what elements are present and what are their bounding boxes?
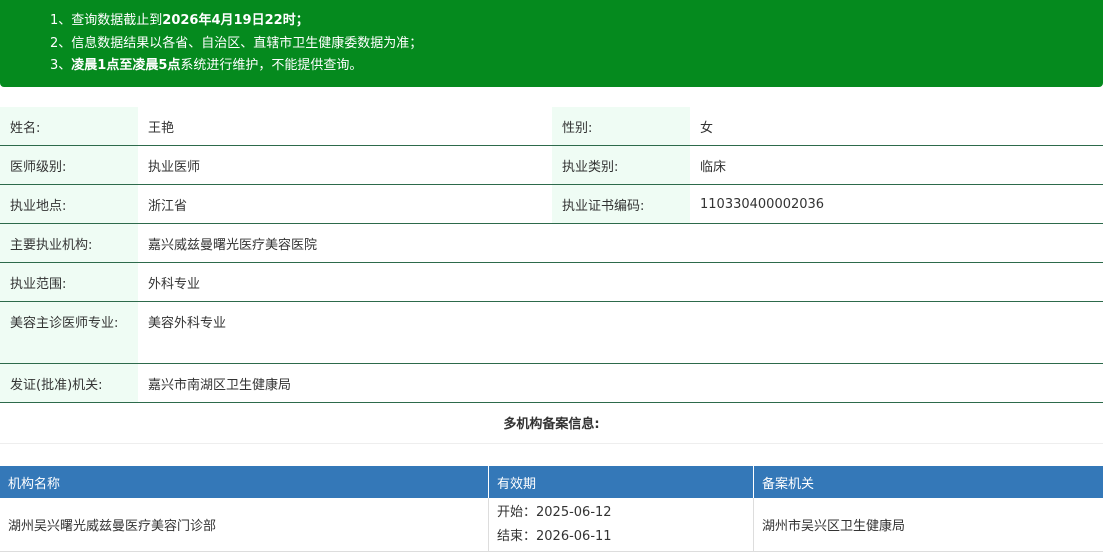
row-cosmetic-specialty: 美容主诊医师专业: 美容外科专业 (0, 302, 1103, 364)
notice-cutoff-time: 2026年4月19日22时 (162, 13, 296, 28)
doctor-info-table: 姓名: 王艳 性别: 女 医师级别: 执业医师 执业类别: 临床 执业地点: 浙… (0, 107, 1103, 403)
scope-value: 外科专业 (148, 276, 201, 292)
notice-banner: 1、查询数据截止到2026年4月19日22时； 2、信息数据结果以各省、自治区、… (0, 0, 1103, 87)
notice-line-2: 2、信息数据结果以各省、自治区、直辖市卫生健康委数据为准； (50, 35, 423, 51)
cosmetic-label: 美容主诊医师专业: (0, 302, 138, 363)
level-value: 执业医师 (148, 159, 201, 175)
category-value: 临床 (700, 159, 727, 175)
filing-end-date: 结束：2026-06-11 (497, 528, 612, 544)
header-validity: 有效期 (489, 466, 754, 498)
row-level-category: 医师级别: 执业医师 执业类别: 临床 (0, 146, 1103, 185)
cert-label: 执业证书编码: (552, 185, 690, 223)
row-name-gender: 姓名: 王艳 性别: 女 (0, 107, 1103, 146)
cert-value: 110330400002036 (700, 196, 825, 212)
filing-section-title: 多机构备案信息: (0, 402, 1103, 444)
filing-authority: 湖州市吴兴区卫生健康局 (762, 519, 906, 534)
notice-line-1: 1、查询数据截止到2026年4月19日22时； (50, 13, 309, 28)
filing-validity: 开始：2025-06-12 结束：2026-06-11 (489, 498, 754, 551)
row-location-cert: 执业地点: 浙江省 执业证书编码: 110330400002036 (0, 185, 1103, 224)
notice-maintenance-window: 凌晨1点至凌晨5点 (71, 58, 181, 73)
name-value: 王艳 (148, 120, 175, 136)
table-row: 湖州吴兴曙光威兹曼医疗美容门诊部 开始：2025-06-12 结束：2026-0… (0, 498, 1103, 552)
institution-value: 嘉兴威兹曼曙光医疗美容医院 (148, 237, 318, 253)
row-issuer: 发证(批准)机关: 嘉兴市南湖区卫生健康局 (0, 364, 1103, 403)
row-institution: 主要执业机构: 嘉兴威兹曼曙光医疗美容医院 (0, 224, 1103, 263)
issuer-label: 发证(批准)机关: (0, 364, 138, 402)
name-label: 姓名: (0, 107, 138, 145)
row-scope: 执业范围: 外科专业 (0, 263, 1103, 302)
filing-table: 机构名称 有效期 备案机关 湖州吴兴曙光威兹曼医疗美容门诊部 开始：2025-0… (0, 466, 1103, 552)
scope-label: 执业范围: (0, 263, 138, 301)
cosmetic-value: 美容外科专业 (148, 316, 227, 331)
institution-label: 主要执业机构: (0, 224, 138, 262)
gender-value: 女 (700, 120, 714, 136)
header-authority: 备案机关 (762, 476, 815, 492)
filing-institution: 湖州吴兴曙光威兹曼医疗美容门诊部 (0, 498, 489, 551)
filing-table-header: 机构名称 有效期 备案机关 (0, 466, 1103, 498)
category-label: 执业类别: (552, 146, 690, 184)
level-label: 医师级别: (0, 146, 138, 184)
location-value: 浙江省 (148, 198, 188, 214)
notice-line-3: 3、凌晨1点至凌晨5点系统进行维护，不能提供查询。 (50, 58, 363, 73)
header-institution-name: 机构名称 (0, 466, 489, 498)
gender-label: 性别: (552, 107, 690, 145)
filing-start-date: 开始：2025-06-12 (497, 504, 612, 520)
issuer-value: 嘉兴市南湖区卫生健康局 (148, 377, 292, 393)
location-label: 执业地点: (0, 185, 138, 223)
